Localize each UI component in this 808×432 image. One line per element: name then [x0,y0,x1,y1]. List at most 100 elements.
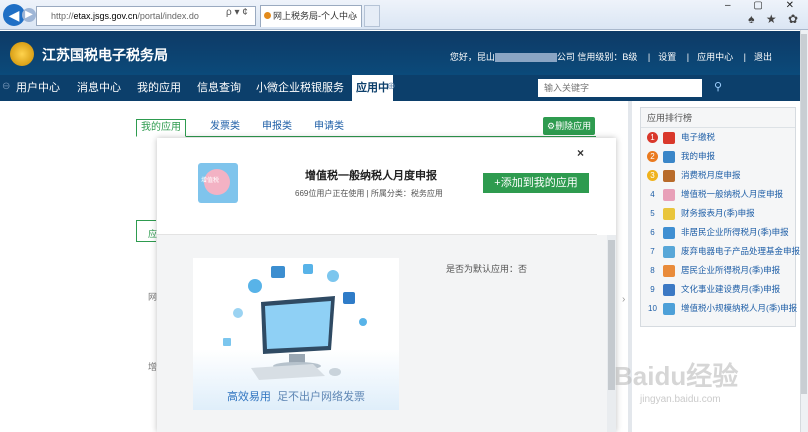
sidebar-toggle-icon[interactable]: › [622,294,625,305]
separator: | [686,52,690,62]
settings-link[interactable]: 设置 [658,52,676,62]
rank-app-name: 消费税月度申报 [681,170,741,180]
rank-number: 9 [650,285,655,294]
ranking-title: 应用排行榜 [641,108,795,128]
background-text-fragment: 增 [148,362,158,372]
app-icon [663,132,675,144]
search-icon[interactable]: ⚲ [714,80,728,94]
app-icon-label: 增值税 [201,178,220,184]
address-tools-icon[interactable]: ρ ▾ ¢ [226,7,248,18]
add-to-my-apps-button[interactable]: +添加到我的应用 [483,173,589,193]
app-icon [663,208,675,220]
rank-number: 3 [647,170,658,181]
delete-app-button[interactable]: ⚙删除应用 [543,117,596,135]
site-title: 江苏国税电子税务局 [42,47,168,63]
ranking-list: 1 电子缴税 2 我的申报 3 消费税月度申报 4 增值税一般纳税人月度申报 5 财务报表月(季)… [641,128,800,318]
site-header: 江苏国税电子税务局 您好，昆山 公司 信用级别：B级 | 设置 | 应用中心 | 退出 [0,31,800,75]
baidu-watermark: Baidu经验 [614,361,739,391]
banner-caption-1: 高效易用 [226,391,271,403]
user-bar: 您好，昆山 公司 信用级别：B级 | 设置 | 应用中心 | 退出 [450,50,772,63]
page-scrollbar-thumb[interactable] [801,34,807,394]
ranking-item[interactable]: 3 消费税月度申报 [641,166,795,185]
app-icon [663,246,675,258]
browser-tab[interactable]: 网上税务局-个人中心 × [260,5,362,27]
address-prefix: http:// [51,11,74,21]
app-meta: 669位用户正在使用 | 所属分类：税务应用 [295,189,443,198]
nav-small-business[interactable]: 小微企业税银服务 [256,75,344,101]
new-tab-button[interactable] [364,5,380,27]
favicon-icon [264,12,271,19]
background-tab-border [136,220,156,242]
tab-declare[interactable]: 申报类 [262,119,292,137]
modal-body: 高效易用 足不出户网络发票 是否为默认应用：否 [157,235,607,432]
tab-close-icon[interactable]: × [352,6,357,26]
nav-next-icon[interactable]: ⊕ [387,81,395,92]
rank-number: 7 [650,247,655,256]
rank-app-name: 增值税一般纳税人月度申报 [681,189,784,199]
ranking-item[interactable]: 2 我的申报 [641,147,795,166]
rank-number: 1 [647,132,658,143]
gear-icon: ⚙ [547,121,556,131]
forward-icon[interactable]: ▶ [22,8,36,22]
nav-user-center[interactable]: 用户中心 [16,75,60,101]
nav-message-center[interactable]: 消息中心 [77,75,121,101]
browser-toolbar-icons[interactable]: ♠ ★ ✿ [748,12,802,26]
app-icon [663,170,675,182]
ranking-item[interactable]: 10 增值税小规模纳税人月(季)申报 [641,299,798,318]
app-icon [663,189,675,201]
tab-invoice[interactable]: 发票类 [210,119,240,137]
modal-header: 增值税 增值税一般纳税人月度申报 669位用户正在使用 | 所属分类：税务应用 … [157,138,597,235]
company-name-redacted [494,53,557,63]
rank-app-name: 我的申报 [681,151,716,161]
ranking-item[interactable]: 9 文化事业建设费月(季)申报 [641,280,795,299]
rank-app-name: 电子缴税 [681,132,716,142]
tab-title: 网上税务局-个人中心 [273,11,357,21]
app-icon [663,303,675,315]
address-bar[interactable]: http://etax.jsgs.gov.cn/portal/index.do [36,6,256,26]
rank-app-name: 废弃电器电子产品处理基金申报 [681,246,801,256]
banner-caption-2: 足不出户网络发票 [277,391,366,403]
nav-info-query[interactable]: 信息查询 [197,75,241,101]
rank-number: 8 [650,266,655,275]
app-icon [663,284,675,296]
separator: | [647,52,651,62]
separator: | [743,52,746,62]
nav-prev-icon[interactable]: ⊖ [2,81,10,92]
tax-emblem-icon [10,42,34,66]
address-path: /portal/index.do [137,11,199,21]
main-nav: ⊖ 用户中心 消息中心 我的应用 信息查询 小微企业税银服务 应用中 ⊕ ⚲ [0,75,800,101]
close-icon[interactable]: × [577,146,584,160]
ranking-item[interactable]: 8 居民企业所得税月(季)申报 [641,261,795,280]
computer-illustration [223,264,367,380]
app-center-link[interactable]: 应用中心 [697,52,733,62]
rank-app-name: 财务报表月(季)申报 [681,208,755,218]
app-banner-image: 高效易用 足不出户网络发票 [193,258,399,410]
background-text-fragment: 网 [148,292,158,302]
greeting: 您好，昆山 [449,52,495,62]
rank-app-name: 居民企业所得税月(季)申报 [681,265,781,275]
logout-link[interactable]: 退出 [754,52,772,62]
nav-my-apps[interactable]: 我的应用 [137,75,181,101]
app-icon: 增值税 [198,163,238,203]
tab-apply[interactable]: 申请类 [314,119,344,137]
app-title: 增值税一般纳税人月度申报 [305,170,437,182]
ranking-item[interactable]: 5 财务报表月(季)申报 [641,204,795,223]
app-icon [663,151,675,163]
rank-number: 6 [650,228,655,237]
ranking-item[interactable]: 1 电子缴税 [641,128,795,147]
rank-app-name: 增值税小规模纳税人月(季)申报 [681,303,798,313]
ranking-item[interactable]: 6 非居民企业所得税月(季)申报 [641,223,795,242]
delete-app-label: 删除应用 [555,121,592,131]
tab-my-apps[interactable]: 我的应用 [136,119,186,137]
rank-app-name: 文化事业建设费月(季)申报 [681,284,781,294]
ranking-item[interactable]: 4 增值税一般纳税人月度申报 [641,185,795,204]
browser-chrome: ◀ ▶ http://etax.jsgs.gov.cn/portal/index… [0,0,808,30]
app-icon [663,227,675,239]
window-controls[interactable]: ‒ ▢ ✕ [725,0,804,11]
search-input[interactable] [538,79,702,97]
rank-number: 2 [647,151,658,162]
company-credit: 公司 信用级别：B级 [556,52,638,62]
rank-number: 10 [648,304,657,313]
ranking-item[interactable]: 7 废弃电器电子产品处理基金申报 [641,242,800,261]
app-detail-modal: 增值税 增值税一般纳税人月度申报 669位用户正在使用 | 所属分类：税务应用 … [157,138,616,432]
